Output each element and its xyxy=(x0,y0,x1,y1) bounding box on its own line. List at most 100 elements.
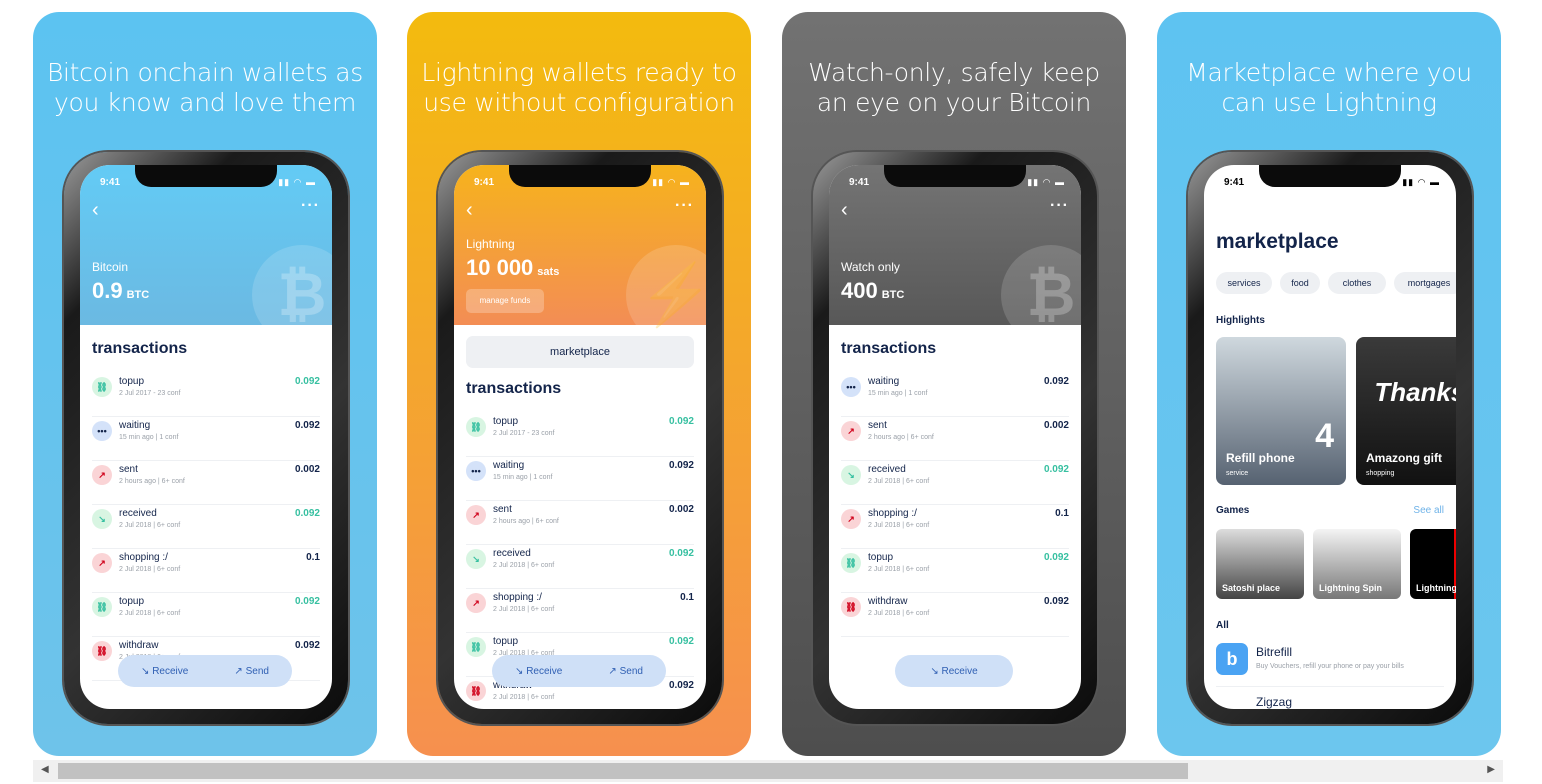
phone-screen: 9:41 ▮▮ ◠ ▬ ‹ ··· ⚡ Lightning 10 000 sats… xyxy=(454,165,706,709)
pending-dots-icon: ••• xyxy=(466,461,486,481)
transaction-row[interactable]: ↘ received 2 Jul 2018 | 6+ conf 0.092 xyxy=(466,545,694,589)
balance-unit: BTC xyxy=(881,289,905,301)
transaction-meta: 2 Jul 2018 | 6+ conf xyxy=(119,522,181,529)
game-title: Lightning xyxy=(1416,583,1456,593)
transaction-meta: 2 Jul 2018 | 6+ conf xyxy=(868,522,930,529)
send-label: Send xyxy=(619,665,643,677)
more-options-icon[interactable]: ··· xyxy=(301,197,320,215)
game-tile[interactable]: Lightning xyxy=(1410,529,1456,599)
transaction-name: topup xyxy=(868,552,894,563)
transaction-row[interactable]: ⛓ topup 2 Jul 2018 | 6+ conf 0.092 xyxy=(841,549,1069,593)
send-button[interactable]: ↗ Send xyxy=(608,666,643,677)
balance-value: 0.9 xyxy=(92,278,123,303)
transaction-meta: 15 min ago | 1 conf xyxy=(868,390,928,397)
transaction-row[interactable]: ↗ shopping :/ 2 Jul 2018 | 6+ conf 0.1 xyxy=(466,589,694,633)
wallet-header: ‹ ··· ⚡ Lightning 10 000 sats manage funds xyxy=(454,165,706,345)
transaction-amount: 0.092 xyxy=(668,680,694,691)
category-chip[interactable]: services xyxy=(1216,272,1272,294)
horizontal-scrollbar[interactable]: ◀ ▶ xyxy=(33,760,1503,782)
transaction-meta: 2 Jul 2018 | 6+ conf xyxy=(868,566,930,573)
marketplace-button[interactable]: marketplace xyxy=(466,336,694,368)
link-icon: ⛓ xyxy=(466,417,486,437)
transaction-amount: 0.092 xyxy=(294,376,320,387)
scrollbar-thumb[interactable] xyxy=(58,763,1188,779)
transaction-amount: 0.1 xyxy=(680,592,694,603)
arrow-down-right-icon: ↘ xyxy=(466,549,486,569)
transaction-row[interactable]: ↗ shopping :/ 2 Jul 2018 | 6+ conf 0.1 xyxy=(92,549,320,593)
back-chevron-icon[interactable]: ‹ xyxy=(92,199,99,222)
transaction-row[interactable]: ⛓ withdraw 2 Jul 2018 | 6+ conf 0.092 xyxy=(841,593,1069,637)
transaction-row[interactable]: ↗ sent 2 hours ago | 6+ conf 0.002 xyxy=(466,501,694,545)
transaction-amount: 0.092 xyxy=(668,460,694,471)
transaction-amount: 0.092 xyxy=(668,636,694,647)
app-list-item[interactable]: b Bitrefill Buy Vouchers, refill your ph… xyxy=(1216,643,1444,687)
transaction-row[interactable]: ••• waiting 15 min ago | 1 conf 0.092 xyxy=(841,373,1069,417)
transaction-amount: 0.092 xyxy=(1043,552,1069,563)
category-chip[interactable]: clothes xyxy=(1328,272,1386,294)
phone-notch xyxy=(1259,165,1401,187)
balance-unit: BTC xyxy=(126,289,150,301)
back-chevron-icon[interactable]: ‹ xyxy=(841,199,848,222)
title-line: you know and love them xyxy=(53,88,357,117)
arrow-up-right-icon: ↗ xyxy=(92,553,112,573)
transaction-row[interactable]: ••• waiting 15 min ago | 1 conf 0.092 xyxy=(466,457,694,501)
lightning-icon: ⚡ xyxy=(626,245,706,345)
category-chip[interactable]: mortgages xyxy=(1394,272,1456,294)
title-line: Marketplace where you xyxy=(1186,58,1472,87)
game-title: Lightning Spin xyxy=(1319,583,1382,593)
more-options-icon[interactable]: ··· xyxy=(675,197,694,215)
transaction-name: sent xyxy=(493,504,512,515)
bitcoin-icon: ₿ xyxy=(252,245,332,345)
link-icon: ⛓ xyxy=(466,637,486,657)
transaction-row[interactable]: ↗ shopping :/ 2 Jul 2018 | 6+ conf 0.1 xyxy=(841,505,1069,549)
highlight-card[interactable]: 4 Refill phone service xyxy=(1216,337,1346,485)
wallet-header: ‹ ··· ₿ Watch only 400 BTC xyxy=(829,165,1081,345)
see-all-link[interactable]: See all xyxy=(1413,505,1444,516)
highlight-category: shopping xyxy=(1366,470,1395,477)
arrow-up-right-icon: ↗ xyxy=(234,665,246,677)
manage-funds-button[interactable]: manage funds xyxy=(466,289,544,313)
transaction-row[interactable]: ⛓ topup 2 Jul 2018 | 6+ conf 0.092 xyxy=(92,593,320,637)
receive-button[interactable]: ↘ Receive xyxy=(895,655,1013,687)
transaction-amount: 0.1 xyxy=(306,552,320,563)
transaction-row[interactable]: ••• waiting 15 min ago | 1 conf 0.092 xyxy=(92,417,320,461)
phone-notch xyxy=(135,165,277,187)
transaction-row[interactable]: ↗ sent 2 hours ago | 6+ conf 0.002 xyxy=(92,461,320,505)
game-tile[interactable]: Lightning Spin xyxy=(1313,529,1401,599)
transaction-meta: 2 Jul 2018 | 6+ conf xyxy=(868,478,930,485)
highlight-card[interactable]: Thanks! Amazong gift shopping xyxy=(1356,337,1456,485)
arrow-down-right-icon: ↘ xyxy=(841,465,861,485)
transaction-row[interactable]: ↘ received 2 Jul 2018 | 6+ conf 0.092 xyxy=(841,461,1069,505)
receive-button[interactable]: ↘ Receive xyxy=(515,666,562,677)
scroll-right-arrow-icon[interactable]: ▶ xyxy=(1487,764,1495,775)
scroll-left-arrow-icon[interactable]: ◀ xyxy=(41,764,49,775)
transaction-row[interactable]: ⛓ topup 2 Jul 2017 - 23 conf 0.092 xyxy=(466,413,694,457)
more-options-icon[interactable]: ··· xyxy=(1050,197,1069,215)
transactions-heading: transactions xyxy=(841,340,937,357)
transaction-amount: 0.092 xyxy=(668,416,694,427)
transaction-name: received xyxy=(493,548,531,559)
game-title: Satoshi place xyxy=(1222,583,1281,593)
category-chip[interactable]: food xyxy=(1280,272,1320,294)
transaction-name: shopping :/ xyxy=(868,508,917,519)
transaction-name: waiting xyxy=(868,376,900,387)
transaction-row[interactable]: ↗ sent 2 hours ago | 6+ conf 0.002 xyxy=(841,417,1069,461)
wallet-balance: 10 000 sats xyxy=(466,255,559,281)
transaction-amount: 0.092 xyxy=(294,596,320,607)
back-chevron-icon[interactable]: ‹ xyxy=(466,199,473,222)
receive-button[interactable]: ↘ Receive xyxy=(141,666,188,677)
link-icon: ⛓ xyxy=(841,597,861,617)
transaction-row[interactable]: ⛓ topup 2 Jul 2017 - 23 conf 0.092 xyxy=(92,373,320,417)
transaction-meta: 2 Jul 2018 | 6+ conf xyxy=(119,566,181,573)
app-name[interactable]: Zigzag xyxy=(1256,695,1292,709)
bitcoin-icon: ₿ xyxy=(1001,245,1081,345)
receive-label: Receive xyxy=(152,665,189,677)
title-line: Watch-only, safely keep xyxy=(808,58,1100,87)
link-icon: ⛓ xyxy=(92,377,112,397)
send-button[interactable]: ↗ Send xyxy=(234,666,269,677)
send-label: Send xyxy=(245,665,269,677)
page-title: marketplace xyxy=(1216,230,1339,253)
transaction-row[interactable]: ↘ received 2 Jul 2018 | 6+ conf 0.092 xyxy=(92,505,320,549)
status-time: 9:41 xyxy=(100,177,121,188)
game-tile[interactable]: Satoshi place xyxy=(1216,529,1304,599)
